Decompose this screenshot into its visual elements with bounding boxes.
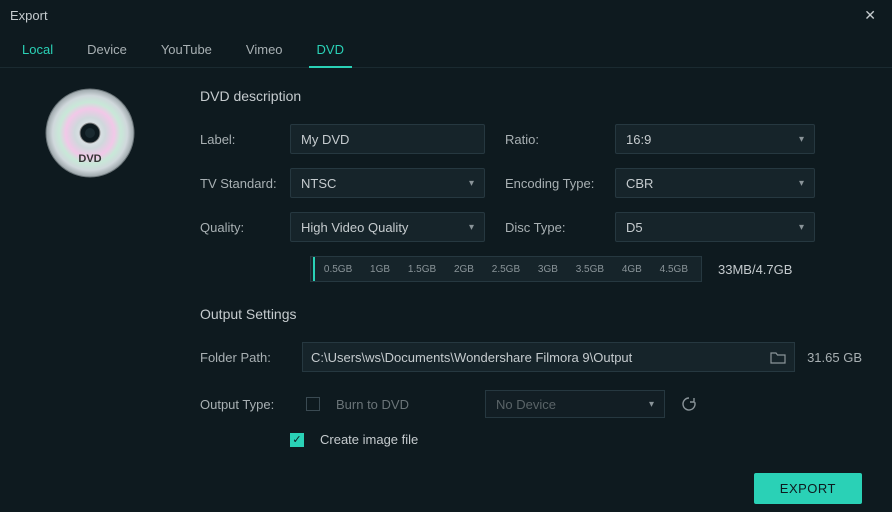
burn-checkbox[interactable] (306, 397, 320, 411)
chevron-down-icon: ▾ (469, 178, 474, 189)
chevron-down-icon: ▾ (799, 134, 804, 145)
ratio-label: Ratio: (505, 132, 615, 147)
disc-label-text: DVD (78, 153, 101, 165)
label-label: Label: (200, 132, 290, 147)
ratio-select[interactable]: 16:9▾ (615, 124, 815, 154)
chevron-down-icon: ▾ (799, 222, 804, 233)
encoding-select[interactable]: CBR▾ (615, 168, 815, 198)
dvd-section-title: DVD description (200, 88, 862, 104)
tvstd-select[interactable]: NTSC▾ (290, 168, 485, 198)
folder-label: Folder Path: (200, 350, 290, 365)
close-icon[interactable]: ✕ (858, 5, 882, 26)
titlebar: Export ✕ (0, 0, 892, 30)
output-section-title: Output Settings (200, 306, 862, 322)
refresh-icon[interactable] (681, 396, 697, 412)
size-ticks: 0.5GB 1GB 1.5GB 2GB 2.5GB 3GB 3.5GB 4GB … (311, 257, 701, 281)
output-type-label: Output Type: (200, 397, 290, 412)
size-bar: 0.5GB 1GB 1.5GB 2GB 2.5GB 3GB 3.5GB 4GB … (310, 256, 702, 282)
size-text: 33MB/4.7GB (718, 262, 792, 277)
encoding-label: Encoding Type: (505, 176, 615, 191)
footer: EXPORT (0, 464, 892, 512)
chevron-down-icon: ▾ (799, 178, 804, 189)
dvd-disc-icon: DVD (45, 88, 135, 178)
tab-vimeo[interactable]: Vimeo (244, 36, 285, 67)
disctype-label: Disc Type: (505, 220, 615, 235)
free-space: 31.65 GB (807, 350, 862, 365)
preview-pane: DVD (0, 68, 180, 464)
burn-label: Burn to DVD (336, 397, 409, 412)
window-title: Export (10, 8, 858, 23)
tab-youtube[interactable]: YouTube (159, 36, 214, 67)
folder-icon[interactable] (770, 350, 786, 364)
quality-select[interactable]: High Video Quality▾ (290, 212, 485, 242)
tab-local[interactable]: Local (20, 36, 55, 67)
disctype-select[interactable]: D5▾ (615, 212, 815, 242)
image-checkbox[interactable]: ✓ (290, 433, 304, 447)
tabs: Local Device YouTube Vimeo DVD (0, 30, 892, 68)
image-label: Create image file (320, 432, 418, 447)
tab-device[interactable]: Device (85, 36, 129, 67)
chevron-down-icon: ▾ (649, 399, 654, 410)
chevron-down-icon: ▾ (469, 222, 474, 233)
quality-label: Quality: (200, 220, 290, 235)
tab-dvd[interactable]: DVD (315, 36, 346, 67)
tvstd-label: TV Standard: (200, 176, 290, 191)
export-button[interactable]: EXPORT (754, 473, 862, 504)
device-select[interactable]: No Device ▾ (485, 390, 665, 418)
folder-path-input[interactable]: C:\Users\ws\Documents\Wondershare Filmor… (302, 342, 795, 372)
label-input[interactable]: My DVD (290, 124, 485, 154)
